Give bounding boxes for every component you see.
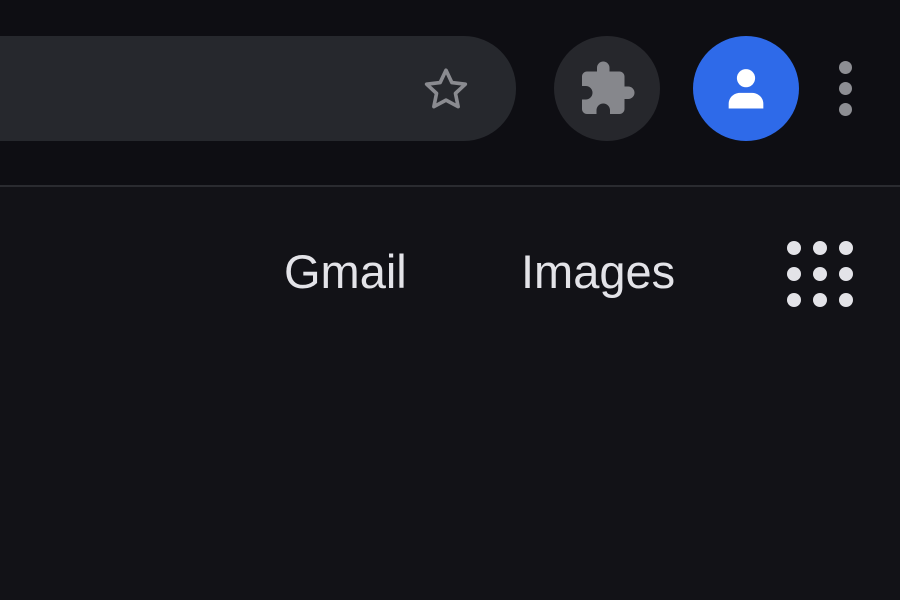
apps-grid-dot: [839, 267, 853, 281]
bookmark-button[interactable]: [416, 60, 476, 120]
google-apps-button[interactable]: [780, 234, 860, 314]
puzzle-icon: [582, 61, 635, 114]
browser-menu-button[interactable]: [826, 52, 864, 124]
profile-button[interactable]: [693, 36, 799, 141]
person-icon: [728, 68, 764, 108]
extensions-button[interactable]: [554, 36, 660, 141]
apps-grid-dot: [813, 293, 827, 307]
apps-grid-dot: [813, 241, 827, 255]
apps-grid-dot: [839, 293, 853, 307]
apps-grid-dot: [813, 267, 827, 281]
menu-dot: [838, 81, 852, 95]
gmail-link[interactable]: Gmail: [284, 244, 407, 300]
menu-dot: [838, 102, 852, 116]
star-icon: [424, 68, 468, 109]
browser-toolbar: [0, 0, 900, 187]
apps-grid-dot: [787, 267, 801, 281]
vertical-dots-icon: [838, 60, 852, 74]
apps-grid-dot: [839, 241, 853, 255]
apps-grid-dot: [787, 293, 801, 307]
images-link[interactable]: Images: [521, 244, 675, 300]
apps-grid-icon: [787, 241, 801, 255]
